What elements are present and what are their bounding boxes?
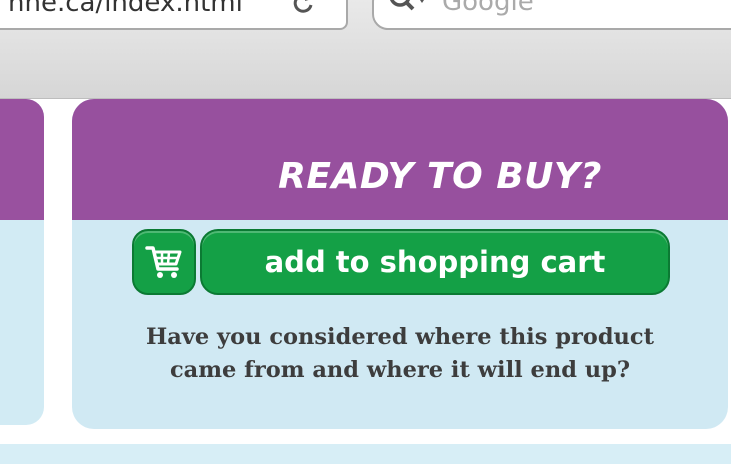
add-to-cart-button[interactable]: add to shopping cart: [200, 229, 670, 295]
browser-toolbar: nne.ca/index.html Google: [0, 0, 731, 99]
cart-icon-button[interactable]: [132, 229, 196, 295]
bottom-panel: [0, 444, 731, 464]
search-icon: [390, 0, 424, 11]
question-line-1: Have you considered where this product: [145, 324, 655, 350]
search-bar[interactable]: Google: [372, 0, 731, 30]
page-content: READY TO BUY? add to shopping cart Have …: [0, 99, 731, 464]
address-bar-text[interactable]: nne.ca/index.html: [8, 0, 243, 18]
search-placeholder: Google: [442, 0, 534, 17]
card-heading: READY TO BUY?: [278, 156, 602, 197]
left-panel: [0, 99, 44, 425]
card-header: READY TO BUY?: [72, 99, 728, 220]
shopping-cart-icon: [145, 246, 182, 278]
left-panel-header: [0, 99, 44, 220]
question-line-2: came from and where it will end up?: [169, 357, 631, 383]
ready-to-buy-card: READY TO BUY? add to shopping cart Have …: [72, 99, 728, 429]
reload-icon[interactable]: [290, 0, 316, 16]
sustainability-question: Have you considered where this product c…: [72, 321, 728, 387]
address-bar[interactable]: nne.ca/index.html: [0, 0, 348, 30]
